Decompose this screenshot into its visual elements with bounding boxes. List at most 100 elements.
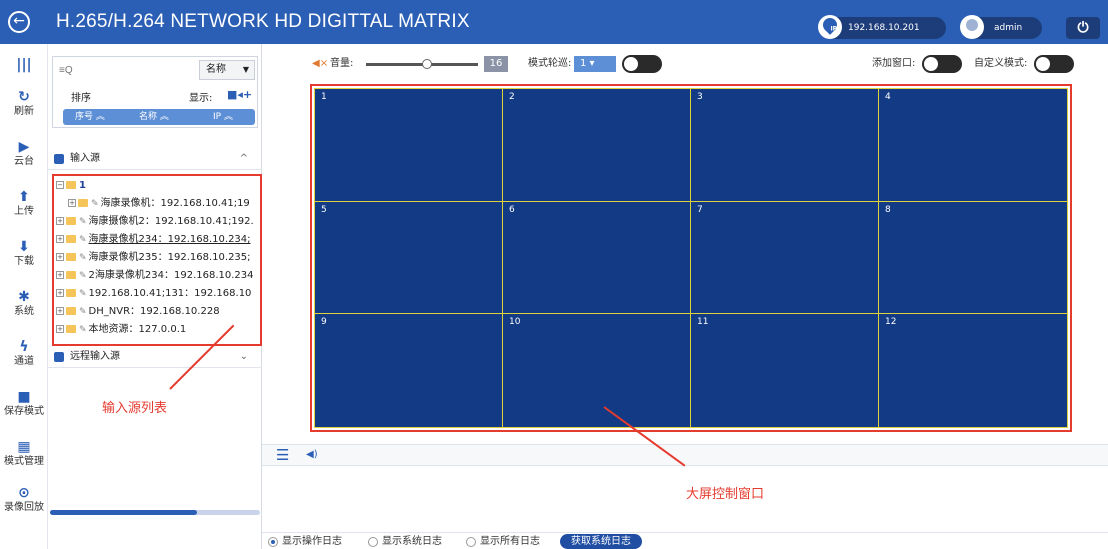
folder-icon xyxy=(66,325,76,333)
camera-plus-icon[interactable]: ■◂+ xyxy=(227,88,252,101)
edit-icon: ✎ xyxy=(91,199,99,209)
tree-item[interactable]: + ✎ 192.168.10.41;131：192.168.10 xyxy=(56,286,251,302)
tree-item[interactable]: + ✎ 2海康录像机234：192.168.10.234 xyxy=(56,268,254,284)
screen-cell[interactable]: 1 xyxy=(315,89,503,202)
header-bar: ← H.265/H.264 NETWORK HD DIGITTAL MATRIX… xyxy=(0,0,1108,44)
add-window-label: 添加窗口: xyxy=(872,58,916,69)
main-area: ◀× 音量: 16 模式轮巡: 1 ▾ 添加窗口: 自定义模式: 1 2 3 4… xyxy=(262,44,1108,549)
nav-upload[interactable]: ⬆ 上传 xyxy=(0,188,48,218)
nav-label-ptz: 云台 xyxy=(14,156,34,167)
screen-cell[interactable]: 5 xyxy=(315,201,503,315)
edit-icon: ✎ xyxy=(79,235,87,245)
screen-cell[interactable]: 6 xyxy=(503,201,691,315)
show-all-log-radio[interactable]: 显示所有日志 xyxy=(466,536,540,548)
ptz-camera-icon: ▶ xyxy=(18,139,30,155)
tree-item[interactable]: + ✎ 海康录像机235：192.168.10.235; xyxy=(56,250,251,266)
database-icon xyxy=(54,154,64,164)
tree-root[interactable]: −1 xyxy=(56,178,86,194)
search-input[interactable] xyxy=(59,60,195,80)
expand-icon: + xyxy=(56,253,64,261)
progress-fill xyxy=(50,510,197,515)
custom-mode-toggle[interactable] xyxy=(1034,55,1074,73)
power-icon[interactable]: ⏻ xyxy=(1066,17,1100,39)
show-operation-log-radio[interactable]: 显示操作日志 xyxy=(268,536,342,548)
playback-icon: ⊙ xyxy=(18,485,30,501)
nav-refresh[interactable]: ↻ 刷新 xyxy=(0,88,48,118)
sort-label: 排序 xyxy=(71,93,91,104)
nav-label-upload: 上传 xyxy=(14,206,34,217)
volume-slider-handle[interactable] xyxy=(422,59,432,69)
grid-icon: ▦ xyxy=(17,439,31,455)
screen-cell[interactable]: 7 xyxy=(691,201,879,315)
screen-grid: 1 2 3 4 5 6 7 8 9 10 11 12 xyxy=(314,88,1068,428)
tree-item[interactable]: + ✎ 海康录像机：192.168.10.41;19 xyxy=(68,196,250,212)
refresh-icon: ↻ xyxy=(18,89,30,105)
screen-cell[interactable]: 3 xyxy=(691,89,879,202)
edit-icon: ✎ xyxy=(79,217,87,227)
edit-icon: ✎ xyxy=(79,325,87,335)
custom-mode-label: 自定义模式: xyxy=(974,58,1028,69)
mode-cycle-select[interactable]: 1 ▾ xyxy=(574,56,616,72)
sort-by-index-button[interactable]: 序号 ︽ xyxy=(75,109,105,125)
folder-icon xyxy=(66,181,76,189)
log-area xyxy=(262,466,1108,530)
screen-cell[interactable]: 8 xyxy=(879,202,1067,315)
back-icon[interactable]: ← xyxy=(8,11,30,33)
nav-channel[interactable]: ϟ 通道 xyxy=(0,338,48,368)
sort-by-name-button[interactable]: 名称 ︽ xyxy=(139,109,169,125)
tree-item[interactable]: + ✎ 海康录像机234：192.168.10.234; xyxy=(56,232,251,248)
mode-cycle-toggle[interactable] xyxy=(622,55,662,73)
folder-icon xyxy=(66,271,76,279)
screen-cell[interactable]: 12 xyxy=(879,314,1067,427)
volume-muted-icon[interactable]: ◀× xyxy=(312,56,328,72)
mode-cycle-label: 模式轮巡: xyxy=(528,58,572,69)
nav-mode-manage[interactable]: ▦ 模式管理 xyxy=(0,438,48,468)
add-window-toggle[interactable] xyxy=(922,55,962,73)
edit-icon: ✎ xyxy=(79,289,87,299)
log-footer: 显示操作日志 显示系统日志 显示所有日志 获取系统日志 xyxy=(262,532,1108,549)
nav-columns[interactable]: ||| xyxy=(0,56,48,74)
nav-playback[interactable]: ⊙ 录像回放 xyxy=(0,484,48,514)
sort-by-ip-button[interactable]: IP ︽ xyxy=(213,109,233,125)
tree-item[interactable]: + ✎ 本地资源：127.0.0.1 xyxy=(56,322,186,338)
ip-indicator: IP 192.168.10.201 xyxy=(818,15,946,39)
show-system-log-radio[interactable]: 显示系统日志 xyxy=(368,536,442,548)
screen-cell[interactable]: 9 xyxy=(315,314,503,427)
search-field-select[interactable]: 名称 ▼ xyxy=(199,60,255,80)
screen-cell[interactable]: 2 xyxy=(503,89,691,202)
expand-icon: + xyxy=(56,217,64,225)
screen-cell[interactable]: 11 xyxy=(691,314,879,427)
tree-item[interactable]: + ✎ DH_NVR：192.168.10.228 xyxy=(56,304,220,320)
save-icon: ■ xyxy=(17,389,31,405)
edit-icon: ✎ xyxy=(79,253,87,263)
tree-item[interactable]: + ✎ 海康摄像机2：192.168.10.41;192. xyxy=(56,214,254,230)
channel-icon: ϟ xyxy=(19,339,29,355)
icon-nav: ||| ↻ 刷新 ▶ 云台 ⬆ 上传 ⬇ 下载 ✱ 系统 ϟ 通道 ■ 保存模式 xyxy=(0,44,48,549)
expand-icon: + xyxy=(56,235,64,243)
expand-icon: + xyxy=(56,289,64,297)
expand-icon: + xyxy=(56,325,64,333)
nav-save-mode[interactable]: ■ 保存模式 xyxy=(0,388,48,418)
volume-label: 音量: xyxy=(330,58,354,69)
input-source-header[interactable]: 输入源 ^ xyxy=(48,148,262,170)
sort-buttons: 序号 ︽ 名称 ︽ IP ︽ xyxy=(63,109,255,125)
folder-icon xyxy=(66,235,76,243)
user-indicator[interactable]: admin xyxy=(960,15,1042,39)
nav-label-playback: 录像回放 xyxy=(4,502,44,513)
ip-address: 192.168.10.201 xyxy=(848,23,920,33)
collapse-icon: − xyxy=(56,181,64,189)
nav-system[interactable]: ✱ 系统 xyxy=(0,288,48,318)
speaker-icon[interactable]: ◀) xyxy=(306,449,318,460)
screen-cell[interactable]: 4 xyxy=(879,89,1067,202)
screen-cell[interactable]: 10 xyxy=(503,314,691,427)
folder-icon xyxy=(66,217,76,225)
annotation-screen-window: 大屏控制窗口 xyxy=(686,487,765,502)
nav-ptz[interactable]: ▶ 云台 xyxy=(0,138,48,168)
annotation-input-list: 输入源列表 xyxy=(102,401,168,416)
nav-download[interactable]: ⬇ 下载 xyxy=(0,238,48,268)
volume-value: 16 xyxy=(484,56,508,72)
hamburger-icon[interactable]: ☰ xyxy=(276,448,289,463)
fetch-system-log-button[interactable]: 获取系统日志 xyxy=(560,534,642,549)
remote-source-header[interactable]: 远程输入源 ⌄ xyxy=(48,346,262,368)
username: admin xyxy=(994,23,1023,33)
